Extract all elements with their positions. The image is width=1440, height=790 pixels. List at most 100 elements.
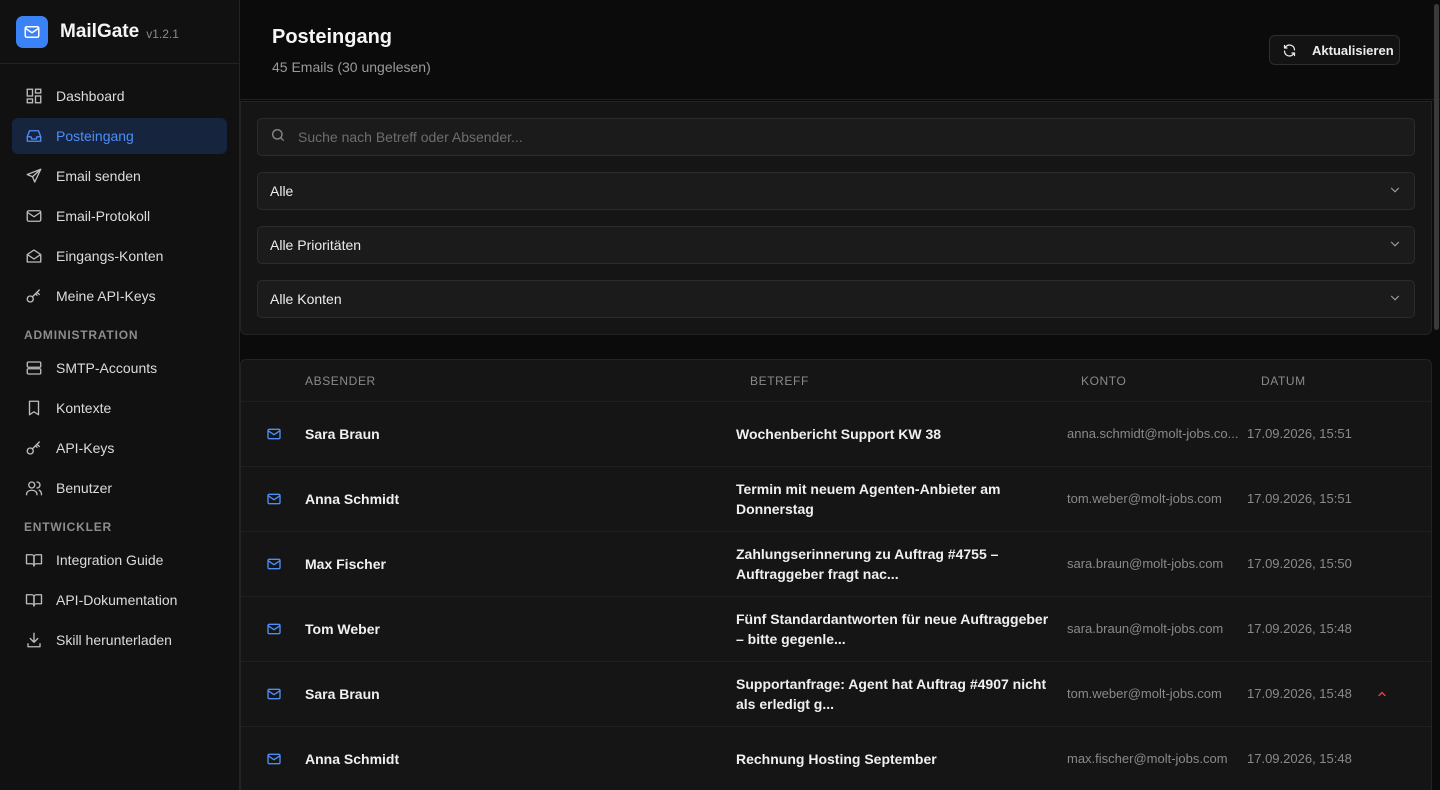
mail-open-icon [24, 246, 44, 266]
mail-icon [24, 206, 44, 226]
priority-select-value: Alle Prioritäten [270, 237, 362, 253]
refresh-icon [1282, 42, 1298, 58]
dashboard-icon [24, 86, 44, 106]
sidebar-item-dashboard[interactable]: Dashboard [12, 78, 227, 114]
table-header: ABSENDER BETREFF KONTO DATUM [241, 360, 1431, 402]
refresh-label: Aktualisieren [1312, 42, 1394, 58]
main-scrollbar[interactable] [1432, 0, 1440, 332]
row-sender: Tom Weber [305, 621, 380, 637]
table-row[interactable]: Sara Braun Supportanfrage: Agent hat Auf… [241, 662, 1431, 727]
row-account: tom.weber@molt-jobs.com [1067, 491, 1222, 506]
book-open-icon [24, 550, 44, 570]
sidebar-item-api-keys[interactable]: API-Keys [12, 430, 227, 466]
sidebar-item-label: Email senden [56, 168, 141, 184]
chevron-down-icon [1388, 237, 1402, 254]
sidebar-item-label: Kontexte [56, 400, 112, 416]
column-header-betreff: BETREFF [750, 373, 809, 388]
sidebar-item-email-senden[interactable]: Email senden [12, 158, 227, 194]
page-title: Posteingang [272, 26, 393, 48]
table-row[interactable]: Max Fischer Zahlungserinnerung zu Auftra… [241, 532, 1431, 597]
table-row[interactable]: Anna Schmidt Termin mit neuem Agenten-An… [241, 467, 1431, 532]
row-subject: Wochenbericht Support KW 38 [736, 426, 942, 442]
row-date: 17.09.2026, 15:48 [1247, 686, 1352, 701]
row-date: 17.09.2026, 15:51 [1247, 491, 1352, 506]
sidebar-item-api-dokumentation[interactable]: API-Dokumentation [12, 582, 227, 618]
bookmark-icon [24, 398, 44, 418]
row-account: tom.weber@molt-jobs.com [1067, 686, 1222, 701]
sidebar-item-label: Benutzer [56, 480, 113, 496]
brand: MailGate v1.2.1 [0, 0, 239, 64]
sidebar-nav: Dashboard Posteingang Email senden Email… [0, 64, 239, 658]
sidebar-item-skill-herunterladen[interactable]: Skill herunterladen [12, 622, 227, 658]
sidebar-item-label: Meine API-Keys [56, 288, 156, 304]
sidebar-item-label: Dashboard [56, 88, 125, 104]
search-icon [270, 127, 286, 148]
account-select[interactable]: Alle Konten [257, 280, 1415, 318]
row-subject: Supportanfrage: Agent hat Auftrag #4907 … [736, 676, 1047, 712]
users-icon [24, 478, 44, 498]
sidebar-item-label: API-Keys [56, 440, 115, 456]
section-title-entwickler: ENTWICKLER [24, 520, 112, 534]
row-account: sara.braun@molt-jobs.com [1067, 556, 1224, 571]
sidebar-item-email-protokoll[interactable]: Email-Protokoll [12, 198, 227, 234]
sidebar-item-label: Posteingang [56, 128, 134, 144]
section-title-administration: ADMINISTRATION [24, 328, 139, 342]
sidebar-item-posteingang[interactable]: Posteingang [12, 118, 227, 154]
account-select-value: Alle Konten [270, 291, 342, 307]
main-content: Posteingang 45 Emails (30 ungelesen) Akt… [240, 0, 1440, 790]
column-header-konto: KONTO [1081, 373, 1127, 388]
row-sender: Anna Schmidt [305, 491, 400, 507]
sidebar-item-eingangs-konten[interactable]: Eingangs-Konten [12, 238, 227, 274]
app-name: MailGate [60, 20, 140, 42]
table-row[interactable]: Anna Schmidt Rechnung Hosting September … [241, 727, 1431, 790]
priority-select[interactable]: Alle Prioritäten [257, 226, 1415, 264]
status-select-value: Alle [270, 183, 294, 199]
mail-logo-icon [16, 15, 48, 48]
app-version: v1.2.1 [146, 26, 179, 41]
table-row[interactable]: Sara Braun Wochenbericht Support KW 38 a… [241, 402, 1431, 467]
row-date: 17.09.2026, 15:48 [1247, 751, 1352, 766]
priority-high-icon [1357, 688, 1431, 700]
row-sender: Sara Braun [305, 426, 380, 442]
row-sender: Anna Schmidt [305, 751, 400, 767]
sidebar-item-kontexte[interactable]: Kontexte [12, 390, 227, 426]
row-subject: Rechnung Hosting September [736, 751, 937, 767]
row-subject: Fünf Standardantworten für neue Auftragg… [736, 611, 1049, 647]
search-box [257, 118, 1415, 156]
key-icon [24, 286, 44, 306]
sidebar-item-integration-guide[interactable]: Integration Guide [12, 542, 227, 578]
chevron-down-icon [1388, 291, 1402, 308]
sidebar-item-label: Email-Protokoll [56, 208, 151, 224]
sidebar-item-label: SMTP-Accounts [56, 360, 158, 376]
row-account: max.fischer@molt-jobs.com [1067, 751, 1228, 766]
sidebar: MailGate v1.2.1 Dashboard Posteingang Em… [0, 0, 240, 790]
column-header-absender: ABSENDER [305, 373, 376, 388]
row-date: 17.09.2026, 15:50 [1247, 556, 1352, 571]
row-date: 17.09.2026, 15:51 [1247, 426, 1352, 441]
page-header: Posteingang 45 Emails (30 ungelesen) Akt… [240, 0, 1440, 100]
row-account: sara.braun@molt-jobs.com [1067, 621, 1224, 636]
inbox-icon [24, 126, 44, 146]
row-sender: Sara Braun [305, 686, 380, 702]
download-icon [24, 630, 44, 650]
refresh-button[interactable]: Aktualisieren [1269, 35, 1400, 65]
scrollbar-thumb[interactable] [1434, 4, 1439, 330]
email-count: 45 Emails (30 ungelesen) [272, 59, 431, 75]
sidebar-item-meine-api-keys[interactable]: Meine API-Keys [12, 278, 227, 314]
sidebar-item-smtp-accounts[interactable]: SMTP-Accounts [12, 350, 227, 386]
filter-panel: Alle Alle Prioritäten Alle Konten [240, 101, 1432, 335]
chevron-down-icon [1388, 183, 1402, 200]
search-input[interactable] [298, 129, 1414, 145]
status-select[interactable]: Alle [257, 172, 1415, 210]
sidebar-item-label: Eingangs-Konten [56, 248, 164, 264]
row-sender: Max Fischer [305, 556, 386, 572]
sidebar-item-label: API-Dokumentation [56, 592, 178, 608]
row-account: anna.schmidt@molt-jobs.co... [1067, 426, 1239, 441]
sidebar-item-label: Skill herunterladen [56, 632, 172, 648]
row-date: 17.09.2026, 15:48 [1247, 621, 1352, 636]
email-table: ABSENDER BETREFF KONTO DATUM Sara Braun … [240, 359, 1432, 790]
table-row[interactable]: Tom Weber Fünf Standardantworten für neu… [241, 597, 1431, 662]
sidebar-item-benutzer[interactable]: Benutzer [12, 470, 227, 506]
server-icon [24, 358, 44, 378]
row-subject: Zahlungserinnerung zu Auftrag #4755 – Au… [736, 546, 999, 582]
